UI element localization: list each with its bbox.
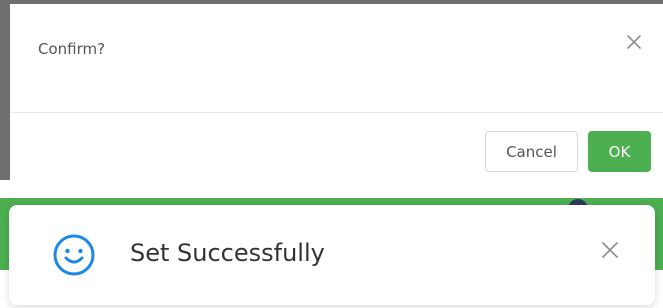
dialog-footer: Cancel OK [10,112,663,176]
page-background [0,180,663,198]
ok-button[interactable]: OK [588,131,651,172]
dialog-body: Confirm? [10,4,663,112]
smiley-icon [52,233,96,277]
green-left-edge [0,198,9,270]
success-toast: Set Successfully [9,205,655,305]
backdrop-edge [0,0,10,180]
close-icon[interactable] [599,239,621,261]
confirm-dialog: Confirm? Cancel OK [10,4,663,176]
close-icon[interactable] [624,32,644,52]
dialog-title: Confirm? [38,40,106,58]
cancel-button[interactable]: Cancel [485,131,578,172]
screen: Confirm? Cancel OK Set Successfully [0,0,663,308]
green-right-edge [655,198,663,270]
toast-message: Set Successfully [130,239,325,267]
